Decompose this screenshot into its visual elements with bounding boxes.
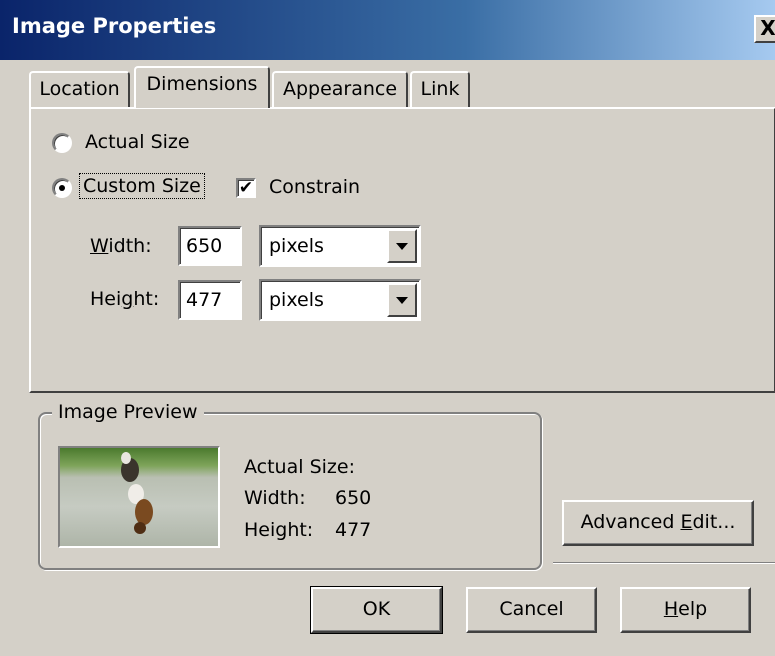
height-label-pre: Hei (90, 288, 122, 310)
checkmark-icon: ✔ (238, 178, 254, 198)
close-button[interactable]: X (754, 15, 775, 43)
advanced-edit-label-post: dit... (692, 511, 736, 533)
tab-appearance[interactable]: Appearance (272, 71, 408, 107)
height-unit-dropdown-button[interactable] (387, 283, 417, 317)
chevron-down-icon (396, 243, 408, 250)
advanced-edit-label-pre: Advanced (580, 511, 681, 533)
tab-dimensions-label: Dimensions (146, 73, 258, 95)
image-preview-thumbnail (58, 446, 220, 548)
radio-selected-dot (59, 185, 65, 191)
height-label-post: ht: (133, 288, 160, 310)
ok-label: OK (362, 598, 391, 620)
width-label-post: idth: (108, 235, 152, 257)
tab-link[interactable]: Link (410, 71, 470, 107)
width-unit-value: pixels (269, 235, 324, 257)
thumbnail-image (121, 452, 153, 534)
close-icon: X (760, 16, 775, 40)
width-label-accel: W (90, 235, 109, 257)
height-unit-value: pixels (269, 289, 324, 311)
advanced-edit-button[interactable]: Advanced Edit... (562, 500, 754, 546)
tab-dimensions[interactable]: Dimensions (134, 66, 270, 108)
height-label: Height: (90, 288, 159, 310)
actual-size-radio[interactable] (52, 133, 72, 153)
tab-appearance-label: Appearance (282, 78, 398, 100)
tab-location-label: Location (39, 78, 120, 100)
preview-actual-size-label: Actual Size: (244, 456, 355, 478)
width-label: Width: (90, 235, 152, 257)
tab-link-label: Link (420, 78, 460, 100)
preview-height-label: Height: (244, 519, 314, 541)
width-input[interactable]: 650 (178, 226, 242, 266)
constrain-label[interactable]: Constrain (269, 176, 360, 198)
height-unit-select[interactable]: pixels (259, 279, 421, 321)
ok-button[interactable]: OK (310, 586, 443, 634)
constrain-checkbox[interactable]: ✔ (236, 178, 256, 198)
image-preview-legend: Image Preview (52, 401, 204, 423)
custom-size-radio[interactable] (52, 178, 72, 198)
width-unit-select[interactable]: pixels (259, 225, 421, 267)
window-title: Image Properties (12, 14, 217, 38)
height-input-value: 477 (186, 289, 223, 311)
cancel-label: Cancel (499, 598, 564, 620)
advanced-edit-label-accel: E (680, 511, 693, 533)
help-label-accel: H (663, 598, 679, 620)
separator-line (553, 562, 775, 564)
height-input[interactable]: 477 (178, 280, 242, 320)
help-button[interactable]: Help (620, 587, 751, 633)
preview-width-value: 650 (335, 487, 372, 509)
preview-width-label: Width: (244, 487, 306, 509)
custom-size-label[interactable]: Custom Size (79, 173, 205, 199)
help-label-post: elp (678, 598, 708, 620)
chevron-down-icon (396, 297, 408, 304)
width-input-value: 650 (186, 235, 223, 257)
preview-height-value: 477 (335, 519, 372, 541)
title-bar: Image Properties X (0, 0, 775, 60)
cancel-button[interactable]: Cancel (466, 587, 597, 633)
tab-location[interactable]: Location (29, 71, 130, 107)
height-label-accel: g (121, 288, 134, 310)
actual-size-label[interactable]: Actual Size (85, 131, 190, 153)
width-unit-dropdown-button[interactable] (387, 229, 417, 263)
